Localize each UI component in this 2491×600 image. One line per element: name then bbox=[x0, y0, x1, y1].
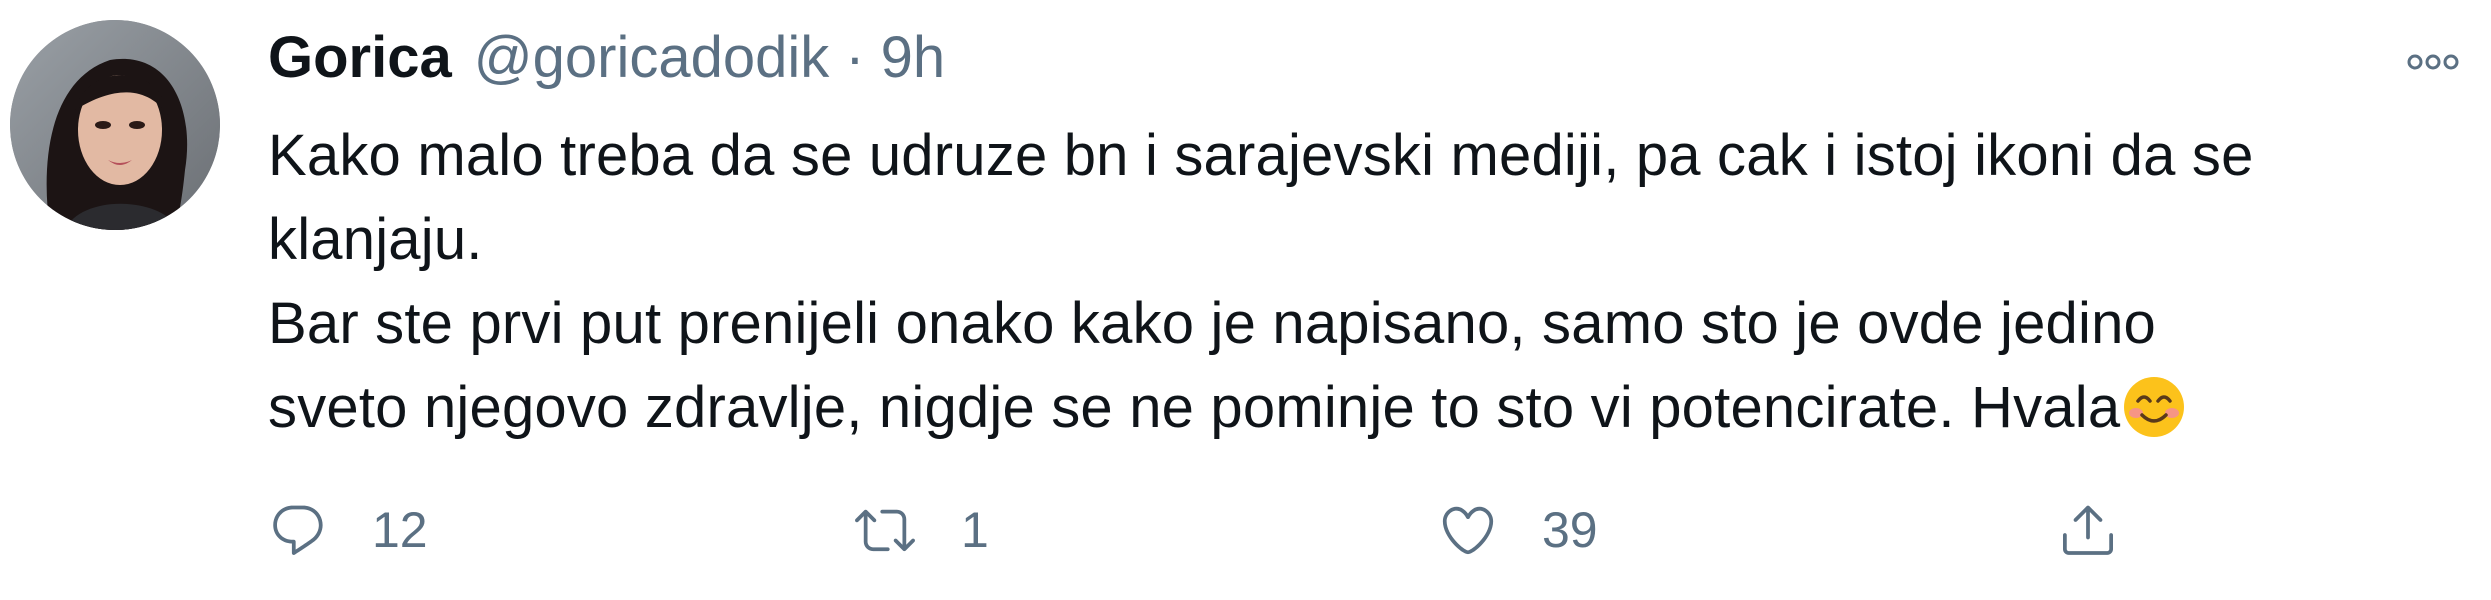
reply-button[interactable]: 12 bbox=[268, 490, 428, 570]
tweet[interactable]: Gorica @goricadodik · 9h Kako malo treba… bbox=[0, 0, 2491, 600]
tweet-text-line: sveto njegovo zdravlje, nigdje se ne pom… bbox=[268, 366, 2468, 450]
tweet-text-line: Kako malo treba da se udruze bn i saraje… bbox=[268, 123, 2254, 188]
reply-count: 12 bbox=[372, 502, 428, 558]
tweet-text-line: Bar ste prvi put prenijeli onako kako je… bbox=[268, 291, 2157, 356]
tweet-text: Kako malo treba da se udruze bn i saraje… bbox=[268, 114, 2468, 450]
like-button[interactable]: 39 bbox=[1438, 490, 1598, 570]
tweet-text-line: klanjaju. bbox=[268, 207, 483, 272]
avatar[interactable] bbox=[10, 20, 220, 230]
tweet-header: Gorica @goricadodik · 9h bbox=[268, 18, 945, 98]
more-options-button[interactable] bbox=[2393, 38, 2473, 86]
display-name[interactable]: Gorica bbox=[268, 18, 452, 98]
tweet-text-line-content: sveto njegovo zdravlje, nigdje se ne pom… bbox=[268, 375, 2121, 440]
smiling-face-emoji-icon bbox=[2122, 375, 2186, 439]
user-handle[interactable]: @goricadodik bbox=[474, 18, 830, 98]
heart-icon bbox=[1442, 506, 1494, 555]
avatar-image bbox=[10, 20, 220, 230]
more-options-icon bbox=[2407, 54, 2459, 70]
retweet-button[interactable]: 1 bbox=[853, 490, 989, 570]
retweet-icon bbox=[855, 509, 915, 552]
retweet-count: 1 bbox=[961, 502, 989, 558]
like-count: 39 bbox=[1542, 502, 1598, 558]
share-button[interactable] bbox=[2058, 490, 2118, 570]
timestamp[interactable]: 9h bbox=[881, 18, 946, 98]
separator-dot: · bbox=[845, 25, 865, 90]
action-bar: 12 1 39 bbox=[268, 490, 2468, 570]
share-icon bbox=[2063, 505, 2113, 555]
reply-icon bbox=[273, 505, 323, 555]
